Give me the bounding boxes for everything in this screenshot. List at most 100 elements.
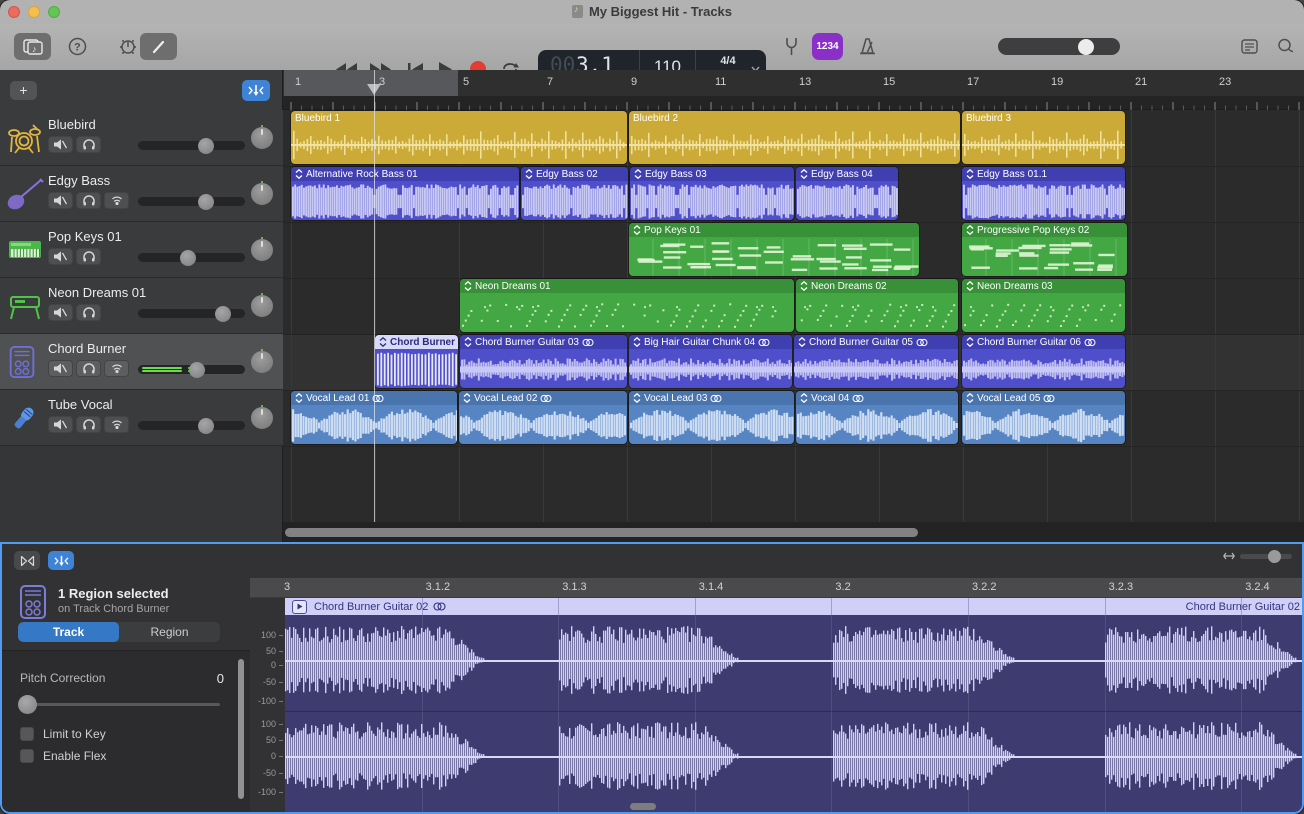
tab-region[interactable]: Region [119,622,220,642]
metronome-button[interactable] [852,33,882,60]
volume-knob[interactable] [198,418,214,434]
editor-horizontal-scrollbar-thumb[interactable] [630,803,656,810]
solo-button[interactable] [76,192,101,209]
region-neon-dreams-03[interactable]: Neon Dreams 03 [962,279,1125,332]
ruler-bar-label: 7 [547,76,553,88]
tab-track[interactable]: Track [18,622,119,642]
volume-knob[interactable] [215,306,231,322]
input-monitoring-button[interactable] [104,360,129,377]
volume-knob[interactable] [198,194,214,210]
mute-button[interactable] [48,416,73,433]
scale-label: -50 [252,768,276,778]
region-edgy-bass-01-1[interactable]: Edgy Bass 01.1 [962,167,1125,220]
region-bluebird-2[interactable]: Bluebird 2 [629,111,960,164]
bar-gridline [1215,110,1216,522]
solo-button[interactable] [76,136,101,153]
pitch-correction-knob[interactable] [18,695,37,714]
region-edgy-bass-04[interactable]: Edgy Bass 04 [796,167,898,220]
editor-catch-playhead-button[interactable] [48,551,74,570]
master-volume-slider[interactable] [998,38,1120,55]
mute-button[interactable] [48,248,73,265]
loop-browser-button[interactable] [1272,34,1298,59]
volume-slider[interactable] [138,141,245,150]
volume-slider[interactable] [138,197,245,206]
region-edgy-bass-02[interactable]: Edgy Bass 02 [521,167,628,220]
pitch-correction-slider[interactable] [20,703,220,706]
region-vocal-04[interactable]: Vocal 04 [796,391,958,444]
pan-knob[interactable] [251,295,273,317]
track-header-chord-burner[interactable]: Chord Burner [0,334,283,390]
volume-knob[interactable] [198,138,214,154]
tuner-button[interactable] [778,33,804,60]
notepad-button[interactable] [1236,34,1262,59]
track-header-bluebird[interactable]: Bluebird [0,110,283,166]
region-chord-burner-guitar-05[interactable]: Chord Burner Guitar 05 [794,335,958,388]
mute-button[interactable] [48,304,73,321]
region-chord-burner-guitar-06[interactable]: Chord Burner Guitar 06 [962,335,1125,388]
volume-slider[interactable] [138,253,245,262]
catch-playhead-button[interactable] [242,80,270,101]
editor-zoom-knob[interactable] [1268,550,1281,563]
editors-button[interactable] [140,33,177,60]
ruler-tick-strip[interactable] [283,96,1304,110]
editor-waveform-area[interactable] [285,615,1304,814]
horizontal-scrollbar-thumb[interactable] [285,528,918,537]
pan-knob[interactable] [251,239,273,261]
editor-beat-ruler[interactable]: 33.1.23.1.33.1.43.23.2.23.2.33.2.4 [250,578,1304,598]
limit-to-key-checkbox[interactable] [20,727,34,741]
region-bluebird-1[interactable]: Bluebird 1 [291,111,627,164]
editor-region-header[interactable]: Chord Burner Guitar 02 Chord Burner Guit… [285,598,1304,615]
region-alternative-rock-bass-01[interactable]: Alternative Rock Bass 01 [291,167,519,220]
mute-button[interactable] [48,192,73,209]
flex-button[interactable] [14,551,40,570]
track-header-neon-dreams-01[interactable]: Neon Dreams 01 [0,278,283,334]
mute-button[interactable] [48,136,73,153]
region-play-button[interactable] [292,600,307,614]
library-button[interactable]: ♪ [14,33,51,60]
amp-icon [7,345,37,379]
master-volume-knob[interactable] [1078,39,1094,55]
pan-knob[interactable] [251,407,273,429]
track-header-pop-keys-01[interactable]: Pop Keys 01 [0,222,283,278]
region-edgy-bass-03[interactable]: Edgy Bass 03 [630,167,794,220]
region-chord-burner[interactable]: Chord Burner [375,335,458,388]
region-chord-burner-guitar-03[interactable]: Chord Burner Guitar 03 [460,335,627,388]
input-monitoring-button[interactable] [104,416,129,433]
smart-controls-button[interactable] [114,33,141,60]
input-monitoring-button[interactable] [104,192,129,209]
region-vocal-lead-05[interactable]: Vocal Lead 05 [962,391,1125,444]
solo-button[interactable] [76,360,101,377]
region-progressive-pop-keys-02[interactable]: Progressive Pop Keys 02 [962,223,1127,276]
volume-knob[interactable] [189,362,205,378]
editor-zoom-slider[interactable] [1240,554,1292,559]
playhead[interactable] [374,70,375,522]
region-bluebird-3[interactable]: Bluebird 3 [962,111,1125,164]
solo-button[interactable] [76,248,101,265]
count-in-button[interactable]: 1234 [812,33,843,60]
help-button[interactable]: ? [64,33,91,60]
volume-knob[interactable] [180,250,196,266]
region-vocal-lead-02[interactable]: Vocal Lead 02 [459,391,627,444]
editor-vertical-scrollbar[interactable] [238,659,244,799]
region-big-hair-guitar-chunk-04[interactable]: Big Hair Guitar Chunk 04 [629,335,792,388]
enable-flex-checkbox[interactable] [20,749,34,763]
solo-button[interactable] [76,304,101,321]
pan-knob[interactable] [251,351,273,373]
solo-button[interactable] [76,416,101,433]
region-neon-dreams-01[interactable]: Neon Dreams 01 [460,279,794,332]
track-name: Chord Burner [48,341,126,356]
region-pop-keys-01[interactable]: Pop Keys 01 [629,223,919,276]
pan-knob[interactable] [251,183,273,205]
pan-knob[interactable] [251,127,273,149]
region-neon-dreams-02[interactable]: Neon Dreams 02 [796,279,958,332]
volume-slider[interactable] [138,365,245,374]
track-header-edgy-bass[interactable]: Edgy Bass [0,166,283,222]
editor-zoom-control[interactable] [1223,552,1292,560]
mute-button[interactable] [48,360,73,377]
track-header-tube-vocal[interactable]: Tube Vocal [0,390,283,446]
volume-slider[interactable] [138,309,245,318]
region-vocal-lead-03[interactable]: Vocal Lead 03 [629,391,794,444]
volume-slider[interactable] [138,421,245,430]
add-track-button[interactable]: + [10,81,37,100]
bar-ruler[interactable]: 1357911131517192123 [283,70,1304,96]
